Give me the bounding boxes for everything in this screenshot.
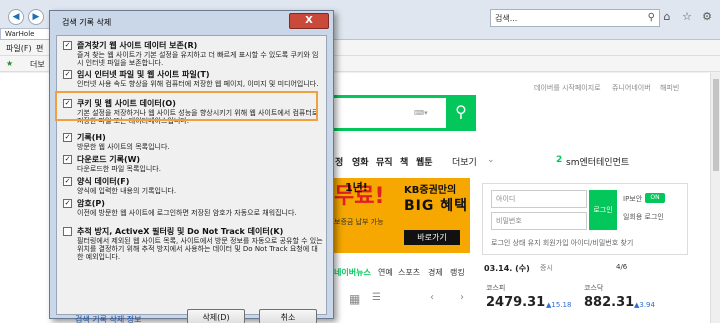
menu-item[interactable]: 뮤직: [376, 155, 393, 168]
chevron-down-icon[interactable]: ⌄: [487, 155, 495, 165]
dialog-title: 검색 기록 삭제: [62, 18, 112, 27]
kospi-change: ▲15.18: [546, 301, 572, 309]
kosdaq-value: 882.31: [584, 295, 635, 310]
login-links[interactable]: 로그인 상태 유지 회원가입 아이디/비밀번호 찾기: [491, 238, 633, 248]
dialog-body: ✓ 즐겨찾기 웹 사이트 데이터 보존(R) 즐겨 찾는 웹 사이트가 기본 설…: [56, 35, 327, 323]
login-button[interactable]: 로그인: [589, 190, 617, 230]
menu-edit[interactable]: 편: [36, 43, 43, 54]
option-desc: 방문한 웹 사이트의 목록입니다.: [77, 143, 170, 151]
banner-year: 1년!: [345, 181, 368, 194]
option-title[interactable]: 추적 방지, ActiveX 필터링 및 Do Not Track 데이터(K): [77, 226, 283, 237]
cancel-button[interactable]: 취소: [259, 309, 317, 323]
checkbox-passwords[interactable]: ✓: [63, 199, 72, 208]
kosdaq-change: ▲3.94: [634, 301, 655, 309]
sports-tab[interactable]: 스포츠: [398, 267, 420, 278]
naver-search-button[interactable]: ⚲: [446, 95, 476, 131]
option-desc: 즐겨 찾는 웹 사이트가 기본 설정을 유지하고 더 빠르게 표시할 수 있도록…: [77, 51, 319, 67]
option-desc: 이전에 방문한 웹 사이트에 로그인하면 저장된 암호가 자동으로 채워집니다.: [77, 209, 297, 217]
fav-item[interactable]: 더보: [30, 59, 45, 70]
set-homepage-link[interactable]: 데이버를 시작페이지로: [534, 83, 601, 93]
news-tab[interactable]: 네이버뉴스: [334, 267, 371, 278]
back-button[interactable]: ◀: [8, 9, 24, 25]
happybean-link[interactable]: 해피빈: [660, 83, 679, 93]
keyboard-icon[interactable]: ⌨▾: [414, 109, 428, 117]
page-scrollbar[interactable]: [710, 73, 720, 323]
option-title[interactable]: 암호(P): [77, 198, 105, 209]
ranking-tab[interactable]: 랭킹: [450, 267, 465, 278]
kospi-label: 코스피: [486, 284, 506, 292]
menu-item[interactable]: 책: [400, 155, 408, 168]
realtime-rank: 2: [556, 155, 563, 165]
ip-security-toggle[interactable]: ON: [645, 193, 665, 203]
checkbox-download-history[interactable]: ✓: [63, 155, 72, 164]
chevron-left-icon[interactable]: ‹: [430, 292, 434, 303]
checkbox-form-data[interactable]: ✓: [63, 177, 72, 186]
option-desc: 양식에 입력한 내용의 기록입니다.: [77, 187, 177, 195]
cookies-highlight: [55, 91, 318, 121]
option-title[interactable]: 즐겨찾기 웹 사이트 데이터 보존(R): [77, 40, 197, 51]
scrollbar-thumb[interactable]: [713, 79, 719, 171]
favorites-star-icon[interactable]: ☆: [680, 10, 694, 23]
banner-brand: KB증권만의: [404, 185, 457, 196]
browser-icons: ⌂ ☆ ⚙: [660, 10, 714, 23]
gear-icon[interactable]: ⚙: [700, 10, 714, 23]
menu-item[interactable]: 정: [335, 155, 343, 168]
banner-note: 보증금 납부 가능: [334, 218, 384, 226]
option-desc: 인터넷 사용 속도 향상을 위해 컴퓨터에 저장한 웹 페이지, 이미지 및 미…: [77, 80, 319, 88]
search-placeholder: 검색...: [495, 14, 518, 23]
checkbox-history[interactable]: ✓: [63, 133, 72, 142]
option-title[interactable]: 양식 데이터(F): [77, 176, 129, 187]
delete-button[interactable]: 삭제(D): [187, 309, 245, 323]
browser-search-input[interactable]: 검색... ⚲: [490, 9, 660, 27]
forward-button[interactable]: ▶: [28, 9, 44, 25]
banner-button[interactable]: 바로가기: [404, 230, 460, 245]
stock-date: 03.14. (수): [484, 264, 530, 273]
kosdaq-label: 코스닥: [584, 284, 604, 292]
economy-tab[interactable]: 경제: [428, 267, 443, 278]
one-time-login-link[interactable]: 일회용 로그인: [623, 212, 664, 222]
option-title[interactable]: 임시 인터넷 파일 및 웹 사이트 파일(T): [77, 69, 210, 80]
menu-file[interactable]: 파일(F): [6, 43, 32, 54]
search-icon[interactable]: ⚲: [648, 12, 655, 23]
grid-icon[interactable]: ▦: [349, 292, 360, 306]
option-desc: 필터링에서 제외된 웹 사이트 목록, 사이트에서 방문 정보를 자동으로 공유…: [77, 237, 323, 261]
more-menu[interactable]: 더보기: [452, 155, 477, 168]
menu-item[interactable]: 웹툰: [416, 155, 433, 168]
delete-history-dialog: 검색 기록 삭제 X ✓ 즐겨찾기 웹 사이트 데이터 보존(R) 즐겨 찾는 …: [49, 10, 334, 323]
junior-naver-link[interactable]: 쥬니어네이버: [612, 83, 651, 93]
ip-security-label: IP보안: [623, 195, 643, 203]
menu-item[interactable]: 영화: [352, 155, 369, 168]
stock-label: 증시: [540, 264, 553, 272]
browser-tab[interactable]: WarHole: [0, 28, 52, 40]
favorites-icon[interactable]: ★: [6, 59, 13, 68]
list-icon[interactable]: ☰: [372, 292, 381, 303]
kospi-value: 2479.31: [486, 295, 546, 310]
stock-pager: 4/6: [616, 263, 628, 271]
about-delete-history-link[interactable]: 검색 기록 삭제 정보: [75, 314, 142, 323]
chevron-right-icon[interactable]: ›: [460, 292, 464, 303]
option-title[interactable]: 다운로드 기록(W): [77, 154, 140, 165]
checkbox-tracking-protection[interactable]: [63, 227, 72, 236]
checkbox-preserve-favorites[interactable]: ✓: [63, 41, 72, 50]
realtime-keyword[interactable]: sm엔터테인먼트: [566, 155, 629, 168]
login-id-field[interactable]: 아이디: [491, 190, 587, 208]
close-button[interactable]: X: [289, 13, 329, 29]
banner-title: BIG 혜택: [404, 198, 469, 214]
home-icon[interactable]: ⌂: [660, 10, 674, 23]
checkbox-temp-files[interactable]: ✓: [63, 70, 72, 79]
option-desc: 다운로드한 파일 목록입니다.: [77, 165, 161, 173]
entertainment-tab[interactable]: 연예: [378, 267, 393, 278]
login-panel: 아이디 비밀번호 로그인 IP보안 ON 일회용 로그인 로그인 상태 유지 회…: [482, 183, 688, 255]
login-password-field[interactable]: 비밀번호: [491, 212, 587, 230]
option-title[interactable]: 기록(H): [77, 132, 106, 143]
